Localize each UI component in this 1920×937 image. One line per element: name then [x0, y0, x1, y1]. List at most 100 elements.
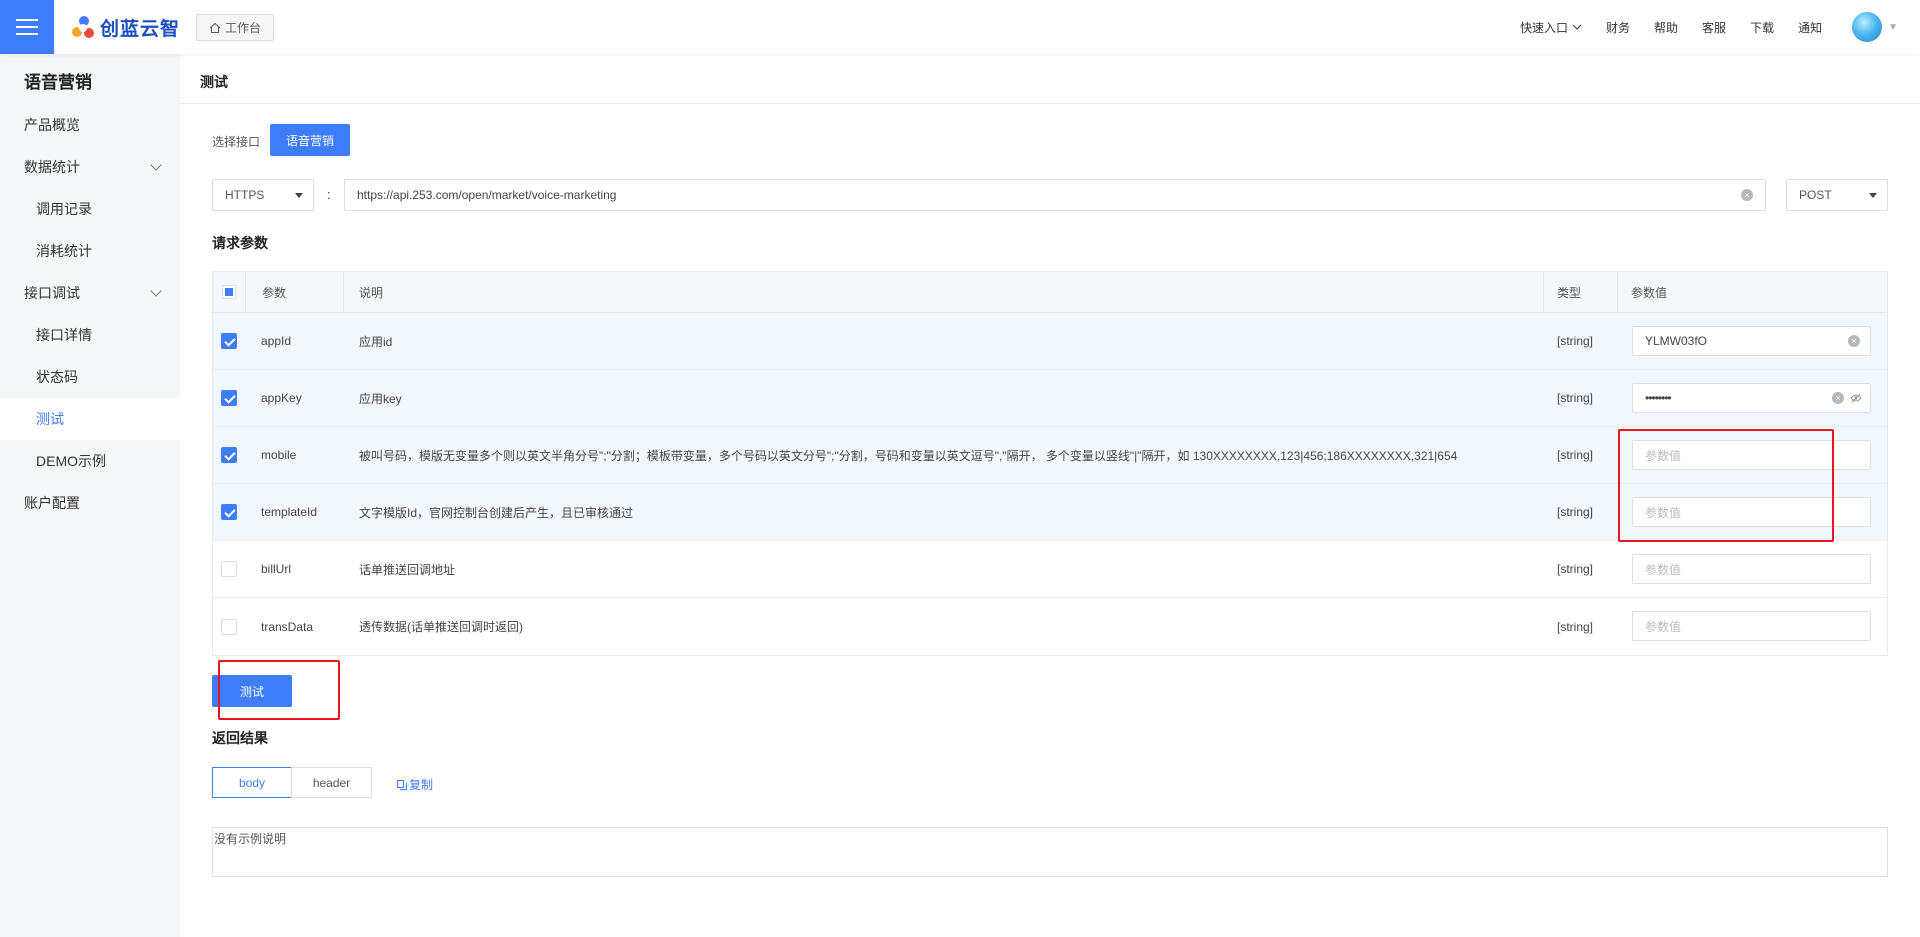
select-all-checkbox[interactable] — [222, 272, 236, 312]
copy-link[interactable]: 复制 — [397, 776, 433, 793]
sidebar-item-status-code[interactable]: 状态码 — [0, 356, 180, 398]
param-name: appId — [261, 334, 292, 348]
row-checkbox[interactable] — [221, 561, 237, 577]
checkbox-partial-icon — [222, 285, 236, 299]
sidebar-item-api-detail[interactable]: 接口详情 — [0, 314, 180, 356]
protocol-value: HTTPS — [225, 188, 265, 202]
sidebar-item-overview[interactable]: 产品概览 — [0, 104, 180, 146]
logo-icon — [70, 15, 96, 41]
param-value-input[interactable]: YLMW03fO × — [1632, 326, 1871, 356]
method-value: POST — [1799, 188, 1832, 202]
param-value: •••••••• — [1645, 391, 1672, 405]
nav-download[interactable]: 下载 — [1750, 19, 1774, 36]
caret-down-icon[interactable]: ▼ — [1888, 22, 1898, 33]
nav-notify[interactable]: 通知 — [1798, 19, 1822, 36]
copy-label: 复制 — [409, 778, 434, 792]
nav-finance[interactable]: 财务 — [1606, 19, 1630, 36]
sidebar-item-api-debug[interactable]: 接口调试 — [0, 272, 180, 314]
home-icon — [209, 22, 221, 33]
param-name: appKey — [261, 391, 302, 405]
param-placeholder: 参数值 — [1645, 448, 1682, 463]
result-output[interactable]: 没有示例说明 — [212, 827, 1888, 877]
header-desc: 说明 — [359, 285, 384, 300]
protocol-select[interactable]: HTTPS — [212, 179, 314, 211]
select-api-label: 选择接口 — [212, 135, 261, 149]
table-row: appId 应用id [string] YLMW03fO × — [213, 313, 1887, 370]
clear-icon[interactable]: × — [1741, 189, 1753, 201]
param-name: templateId — [261, 505, 318, 519]
header-type: 类型 — [1557, 285, 1582, 300]
param-value-input[interactable]: 参数值 — [1632, 440, 1871, 470]
table-row: templateId 文字模版Id，官网控制台创建后产生，且已审核通过 [str… — [213, 484, 1887, 541]
header-value: 参数值 — [1631, 285, 1668, 300]
param-value-input[interactable]: 参数值 — [1632, 611, 1871, 641]
params-table: 参数 说明 类型 参数值 appId 应用id [string] YLMW03f… — [212, 271, 1888, 656]
page-title: 测试 — [200, 74, 228, 90]
param-value-input[interactable]: 参数值 — [1632, 554, 1871, 584]
clear-icon[interactable]: × — [1848, 335, 1860, 347]
quick-entry-dropdown[interactable]: 快速入口 — [1520, 19, 1582, 36]
param-name: billUrl — [261, 562, 291, 576]
param-desc: 应用key — [359, 391, 402, 406]
sidebar-item-label: 数据统计 — [24, 159, 80, 175]
result-text: 没有示例说明 — [214, 832, 287, 846]
workbench-button[interactable]: 工作台 — [196, 14, 275, 41]
sidebar-item-account-config[interactable]: 账户配置 — [0, 482, 180, 524]
sidebar-item-label: DEMO示例 — [36, 453, 106, 469]
tab-body[interactable]: body — [212, 767, 292, 798]
param-placeholder: 参数值 — [1645, 505, 1682, 520]
param-desc: 话单推送回调地址 — [359, 562, 456, 577]
divider — [180, 103, 1920, 104]
nav-help[interactable]: 帮助 — [1654, 19, 1678, 36]
logo-text: 创蓝云智 — [100, 19, 181, 40]
menu-toggle-button[interactable] — [0, 0, 54, 54]
url-input[interactable]: https://api.253.com/open/market/voice-ma… — [344, 179, 1766, 211]
param-type: [string] — [1557, 391, 1594, 405]
sidebar-title: 语音营销 — [24, 73, 92, 92]
row-checkbox[interactable] — [221, 390, 237, 406]
clear-icon[interactable]: × — [1832, 392, 1844, 404]
table-header: 参数 说明 类型 参数值 — [213, 272, 1887, 313]
sidebar-item-statistics[interactable]: 数据统计 — [0, 146, 180, 188]
method-select[interactable]: POST — [1786, 179, 1888, 211]
row-checkbox[interactable] — [221, 333, 237, 349]
param-desc: 文字模版Id，官网控制台创建后产生，且已审核通过 — [359, 505, 634, 520]
top-nav: 快速入口 财务 帮助 客服 下载 通知 ▼ — [1520, 0, 1920, 54]
chevron-down-icon — [150, 159, 162, 171]
nav-service[interactable]: 客服 — [1702, 19, 1726, 36]
table-row: appKey 应用key [string] •••••••• × — [213, 370, 1887, 427]
param-type: [string] — [1557, 448, 1594, 462]
chevron-down-icon — [150, 285, 162, 297]
result-title: 返回结果 — [212, 730, 268, 746]
row-checkbox[interactable] — [221, 618, 237, 635]
table-row: mobile 被叫号码，模版无变量多个则以英文半角分号";"分割；模板带变量，多… — [213, 427, 1887, 484]
param-name: transData — [261, 619, 314, 634]
header-param: 参数 — [262, 285, 287, 300]
test-button[interactable]: 测试 — [212, 675, 292, 707]
row-checkbox[interactable] — [221, 504, 237, 520]
param-type: [string] — [1557, 334, 1594, 348]
param-desc: 应用id — [359, 334, 393, 349]
param-name: mobile — [261, 448, 297, 462]
caret-down-icon — [295, 193, 303, 198]
sidebar-item-label: 账户配置 — [24, 495, 80, 511]
avatar[interactable] — [1852, 12, 1883, 42]
workbench-label: 工作台 — [225, 21, 262, 35]
caret-down-icon — [1869, 193, 1877, 198]
api-voice-marketing-button[interactable]: 语音营销 — [270, 124, 350, 156]
param-value-input[interactable]: •••••••• × — [1632, 383, 1871, 413]
sidebar-item-call-records[interactable]: 调用记录 — [0, 188, 180, 230]
sidebar-item-demo[interactable]: DEMO示例 — [0, 440, 180, 482]
sidebar-item-consumption[interactable]: 消耗统计 — [0, 230, 180, 272]
eye-off-icon[interactable] — [1850, 393, 1862, 403]
top-header: 创蓝云智 工作台 快速入口 财务 帮助 客服 下载 通知 ▼ — [0, 0, 1920, 54]
sidebar-item-test[interactable]: 测试 — [0, 398, 180, 440]
tab-header[interactable]: header — [291, 767, 372, 798]
param-value-input[interactable]: 参数值 — [1632, 497, 1871, 527]
hamburger-icon — [16, 26, 38, 28]
url-separator: : — [327, 187, 331, 202]
row-checkbox[interactable] — [221, 447, 237, 463]
logo[interactable]: 创蓝云智 — [70, 14, 180, 41]
copy-icon — [397, 779, 407, 790]
sidebar-item-label: 接口调试 — [24, 285, 80, 301]
